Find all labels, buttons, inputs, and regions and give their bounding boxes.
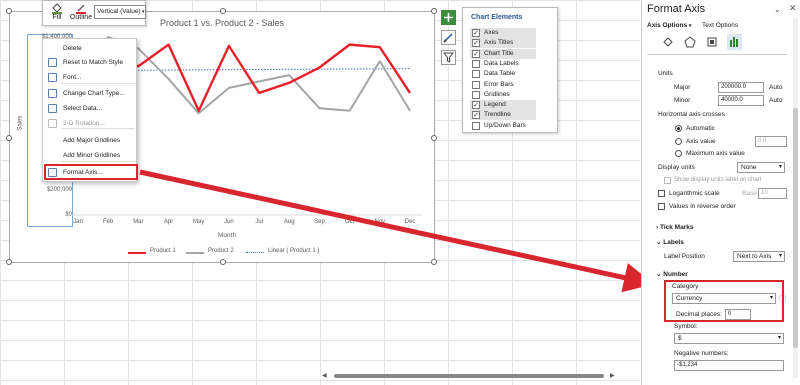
tab-axis-options[interactable]: Axis Options ▾ bbox=[647, 22, 691, 29]
major-label: Major bbox=[674, 84, 691, 91]
axis-options-icon[interactable] bbox=[727, 34, 742, 50]
tick-marks-section[interactable]: › Tick Marks bbox=[656, 224, 693, 231]
minor-unit-input[interactable]: 40000.0 bbox=[718, 95, 764, 106]
chevron-down-icon: ▾ bbox=[688, 23, 692, 29]
symbol-dropdown[interactable]: $ ▾ bbox=[674, 333, 784, 344]
pane-divider bbox=[647, 54, 787, 55]
display-units-label: Display units bbox=[658, 164, 695, 171]
chevron-down-icon: ▾ bbox=[777, 335, 781, 341]
number-category-highlight bbox=[664, 280, 784, 322]
major-unit-input[interactable]: 200000.0 bbox=[718, 82, 764, 93]
crosses-max-value-radio[interactable] bbox=[675, 150, 682, 157]
minor-label: Minor bbox=[674, 97, 691, 104]
crosses-automatic-radio[interactable] bbox=[675, 125, 682, 132]
scroll-left-icon[interactable]: ◀ bbox=[322, 372, 327, 379]
axis-crosses-label: Horizontal axis crosses bbox=[658, 111, 725, 118]
negative-numbers-list[interactable]: -$1,234 bbox=[674, 360, 784, 371]
chevron-down-icon: ▾ bbox=[778, 253, 782, 259]
close-icon[interactable]: ✕ bbox=[789, 3, 797, 14]
pentagon-icon[interactable] bbox=[684, 36, 696, 48]
symbol-label: Symbol: bbox=[674, 323, 698, 330]
number-section[interactable]: ⌄ Number bbox=[656, 270, 688, 278]
pane-options-icon[interactable]: ⌄ bbox=[774, 5, 781, 14]
show-units-checkbox[interactable] bbox=[664, 177, 671, 184]
crosses-automatic-label[interactable]: Automatic bbox=[686, 125, 715, 132]
minor-auto-label[interactable]: Auto bbox=[769, 97, 782, 104]
labels-section[interactable]: ⌄ Labels bbox=[656, 238, 684, 246]
pane-scrollbar-thumb[interactable] bbox=[793, 108, 798, 348]
tab-text-options[interactable]: Text Options bbox=[702, 22, 738, 29]
display-units-dropdown[interactable]: None ▾ bbox=[737, 162, 785, 173]
pane-scrollbar[interactable] bbox=[793, 18, 798, 378]
sheet-horizontal-scrollbar[interactable]: ◀ ▶ bbox=[322, 372, 622, 380]
pane-title: Format Axis bbox=[647, 3, 706, 15]
label-position-dropdown[interactable]: Next to Axis ▾ bbox=[733, 251, 785, 262]
base-label: Base bbox=[742, 190, 757, 197]
axis-value-input[interactable]: 0.0 bbox=[755, 136, 787, 147]
crosses-axis-value-label[interactable]: Axis value bbox=[686, 138, 716, 145]
size-properties-icon[interactable] bbox=[706, 36, 718, 48]
show-units-label[interactable]: Show display units label on chart bbox=[674, 177, 761, 183]
crosses-max-value-label[interactable]: Maximum axis value bbox=[686, 150, 745, 157]
reverse-order-checkbox[interactable] bbox=[658, 203, 665, 210]
paint-bucket-icon[interactable] bbox=[662, 36, 674, 48]
crosses-axis-value-radio[interactable] bbox=[675, 138, 682, 145]
scroll-right-icon[interactable]: ▶ bbox=[610, 372, 615, 379]
label-position-label: Label Position bbox=[664, 253, 705, 260]
base-input[interactable]: 10 bbox=[758, 188, 787, 199]
units-label: Units bbox=[658, 70, 673, 77]
chevron-down-icon: ▾ bbox=[778, 164, 782, 170]
format-axis-pane: Format Axis ⌄ ✕ Axis Options ▾ Text Opti… bbox=[641, 0, 800, 385]
negative-numbers-label: Negative numbers: bbox=[674, 350, 729, 357]
log-scale-label[interactable]: Logarithmic scale bbox=[669, 190, 720, 197]
major-auto-label[interactable]: Auto bbox=[769, 84, 782, 91]
scrollbar-thumb[interactable] bbox=[334, 374, 604, 378]
reverse-order-label[interactable]: Values in reverse order bbox=[669, 203, 736, 210]
log-scale-checkbox[interactable] bbox=[658, 190, 665, 197]
